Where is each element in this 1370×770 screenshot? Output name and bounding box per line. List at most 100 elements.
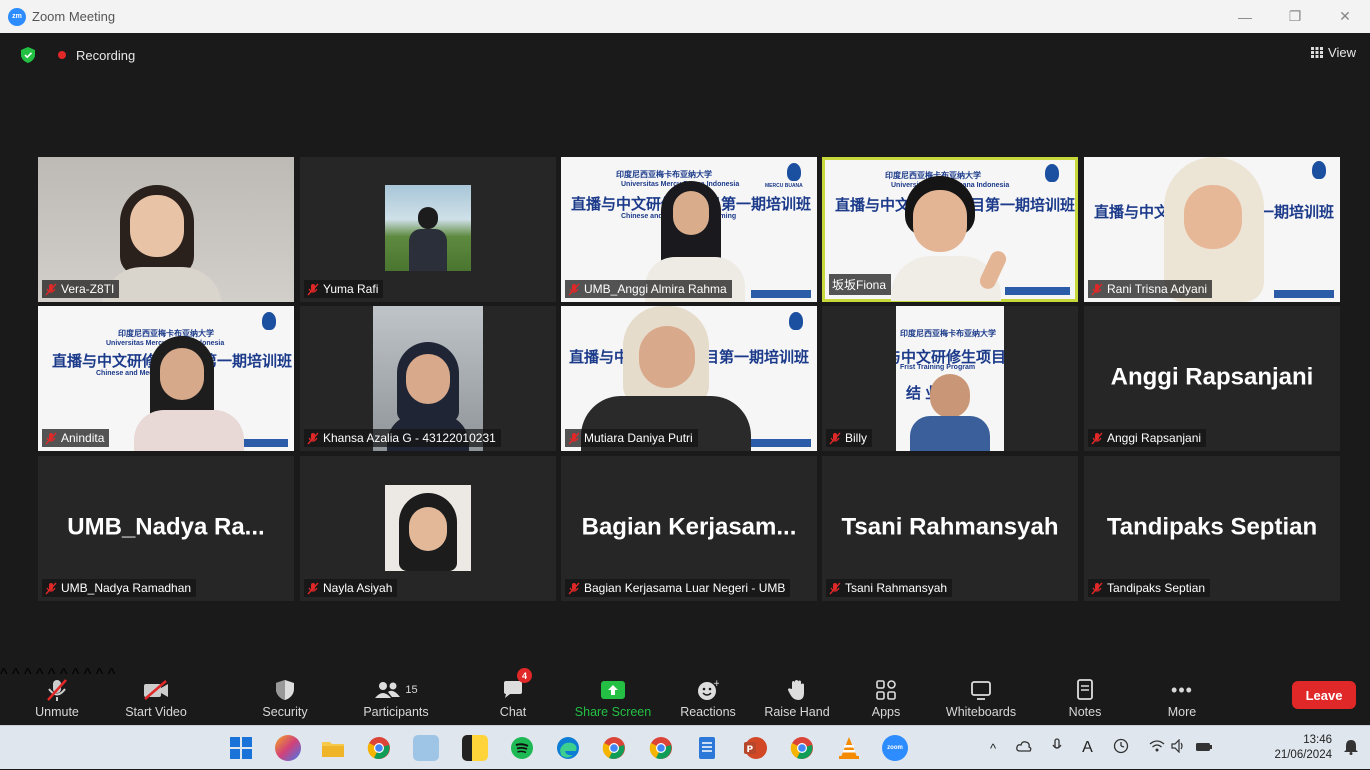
audio-options-caret[interactable]: ^ (0, 666, 8, 683)
raise-hand-button[interactable]: Raise Hand (760, 666, 834, 725)
notification-bell-icon[interactable] (1344, 739, 1358, 760)
mic-muted-icon (568, 283, 580, 295)
mic-muted-icon (45, 582, 57, 594)
recording-label: Recording (76, 47, 136, 63)
recording-dot-icon (58, 51, 66, 59)
file-explorer-icon[interactable] (320, 735, 346, 761)
show-hidden-icons-chevron-icon[interactable]: ^ (990, 741, 996, 756)
sticky-notes-icon[interactable] (462, 735, 488, 761)
app-icon[interactable] (413, 735, 439, 761)
taskbar-clock[interactable]: 13:46 21/06/2024 (1274, 733, 1332, 763)
participant-name-label: Nayla Asiyah (304, 579, 398, 597)
battery-icon[interactable] (1195, 740, 1213, 757)
participant-name-label: UMB_Nadya Ramadhan (42, 579, 197, 597)
zoom-icon[interactable]: zoom (882, 735, 908, 761)
raise-hand-icon (787, 675, 807, 705)
close-button[interactable]: ✕ (1320, 0, 1370, 33)
participant-tile[interactable]: UMB_Nadya Ra... UMB_Nadya Ramadhan (38, 456, 294, 601)
spotify-icon[interactable] (509, 735, 535, 761)
clock-date: 21/06/2024 (1274, 749, 1332, 761)
photos-icon[interactable] (275, 735, 301, 761)
participant-name-label: Khansa Azalia G - 43122010231 (304, 429, 501, 447)
whiteboards-button[interactable]: Whiteboards (936, 666, 1026, 725)
chrome-icon[interactable] (789, 735, 815, 761)
powerpoint-icon[interactable]: P (742, 735, 768, 761)
input-language-indicator[interactable]: A (1082, 739, 1093, 757)
mic-muted-icon (307, 582, 319, 594)
participant-name-label: Anggi Rapsanjani (1088, 429, 1207, 447)
svg-text:P: P (747, 745, 754, 755)
participant-name-label: Anindita (42, 429, 110, 447)
participant-display-name: Bagian Kerjasam... (581, 513, 797, 541)
mic-muted-icon (568, 582, 580, 594)
start-video-button[interactable]: Start Video (116, 666, 196, 725)
participant-name-label: Tsani Rahmansyah (826, 579, 953, 597)
participants-count: 15 (405, 684, 418, 696)
participant-tile[interactable]: 印度尼西亚梅卡布亚纳大学 Universitas Mercu Buana Ind… (561, 157, 817, 302)
minimize-button[interactable]: — (1220, 0, 1270, 33)
whiteboard-icon (970, 675, 992, 705)
participant-name-label: Tandipaks Septian (1088, 579, 1211, 597)
window-title: Zoom Meeting (32, 9, 116, 24)
participant-name-label: UMB_Anggi Almira Rahma (565, 280, 732, 298)
window-titlebar: zm Zoom Meeting — ❐ ✕ (0, 0, 1370, 33)
recording-indicator[interactable]: Recording (58, 48, 135, 63)
participants-button[interactable]: 15 Participants (356, 666, 436, 725)
video-options-caret[interactable]: ^ (12, 666, 20, 683)
participant-display-name: Tsani Rahmansyah (841, 513, 1059, 541)
whiteboards-options-caret[interactable]: ^ (96, 666, 104, 683)
participant-tile[interactable]: Tsani Rahmansyah Tsani Rahmansyah (822, 456, 1078, 601)
more-dots-icon: ••• (1171, 679, 1193, 700)
chrome-icon[interactable] (601, 735, 627, 761)
mic-muted-icon (1091, 283, 1103, 295)
clock-time: 13:46 (1303, 734, 1332, 746)
mic-muted-icon (568, 432, 580, 444)
maximize-button[interactable]: ❐ (1270, 0, 1320, 33)
reactions-button[interactable]: + Reactions (676, 666, 740, 725)
view-label: View (1328, 45, 1356, 60)
participant-name-label: Vera-Z8TI (42, 280, 120, 298)
apps-button[interactable]: Apps (862, 666, 910, 725)
volume-icon[interactable] (1171, 738, 1185, 757)
participant-tile[interactable]: Nayla Asiyah (300, 456, 556, 601)
participant-display-name: Tandipaks Septian (1106, 513, 1318, 541)
svg-text:+: + (713, 679, 719, 689)
participant-tile[interactable]: Khansa Azalia G - 43122010231 (300, 306, 556, 451)
participant-tile[interactable]: Yuma Rafi (300, 157, 556, 302)
notepad-icon[interactable] (694, 735, 720, 761)
microphone-icon[interactable] (1052, 738, 1062, 758)
share-screen-button[interactable]: Share Screen (572, 666, 654, 725)
clock-widget-icon[interactable] (1113, 738, 1129, 758)
wifi-icon[interactable] (1149, 739, 1165, 757)
security-button[interactable]: Security (254, 666, 316, 725)
participant-tile[interactable]: Anggi Rapsanjani Anggi Rapsanjani (1084, 306, 1340, 451)
participants-icon: 15 (374, 675, 418, 705)
notes-options-caret[interactable]: ^ (108, 666, 116, 683)
more-button[interactable]: ••• More (1158, 666, 1206, 725)
apps-icon (876, 675, 896, 705)
participant-tile[interactable]: 直播与中文研修生项目第一期培训班 Mutiara Daniya Putri (561, 306, 817, 451)
notes-button[interactable]: Notes (1062, 666, 1108, 725)
meeting-topbar: Recording View (0, 33, 1370, 77)
video-off-icon (142, 675, 170, 705)
edge-icon[interactable] (555, 735, 581, 761)
vlc-icon[interactable] (836, 735, 862, 761)
participant-tile[interactable]: 直播与中文研修生项目第一期培训班 Rani Trisna Adyani (1084, 157, 1340, 302)
encryption-shield-icon[interactable] (20, 46, 36, 64)
unmute-button[interactable]: Unmute (28, 666, 86, 725)
participant-tile-active-speaker[interactable]: 印度尼西亚梅卡布亚纳大学 Universitas Mercu Buana Ind… (822, 157, 1078, 302)
leave-button[interactable]: Leave (1292, 681, 1356, 709)
participant-tile[interactable]: 印度尼西亚梅卡布亚纳大学 直播与中文研修生项目第一期培训班 Frist Trai… (822, 306, 1078, 451)
cloud-sync-icon[interactable] (1016, 739, 1032, 757)
chat-unread-badge: 4 (517, 668, 532, 683)
participant-video (385, 185, 471, 271)
participant-tile[interactable]: Vera-Z8TI (38, 157, 294, 302)
participant-tile[interactable]: Bagian Kerjasam... Bagian Kerjasama Luar… (561, 456, 817, 601)
chrome-icon[interactable] (366, 735, 392, 761)
view-button[interactable]: View (1311, 45, 1356, 60)
participant-name-label: Billy (826, 429, 873, 447)
participant-tile[interactable]: Tandipaks Septian Tandipaks Septian (1084, 456, 1340, 601)
start-icon[interactable] (228, 735, 254, 761)
participant-tile[interactable]: 印度尼西亚梅卡布亚纳大学 Universitas Mercu Buana Ind… (38, 306, 294, 451)
chrome-icon[interactable] (648, 735, 674, 761)
